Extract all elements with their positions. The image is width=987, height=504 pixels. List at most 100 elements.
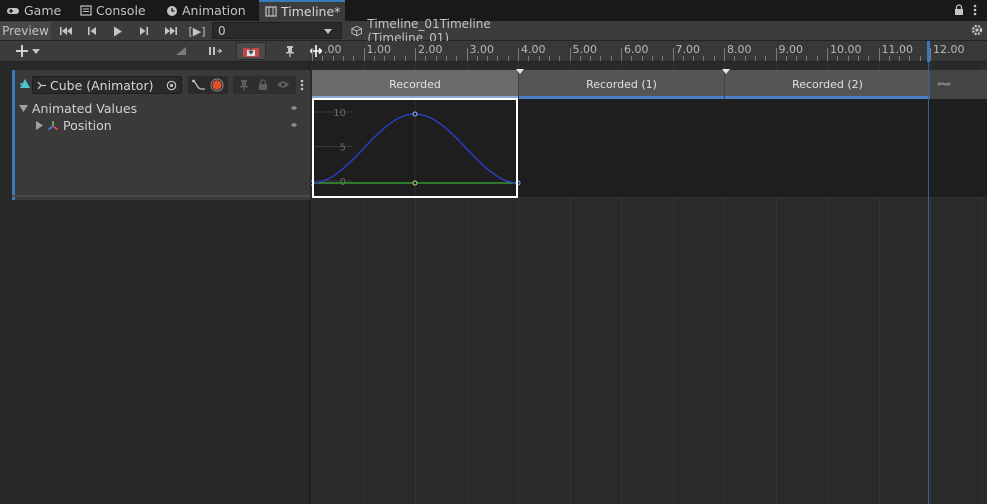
ruler-tick <box>682 56 684 61</box>
ruler-tick <box>713 56 715 61</box>
ruler-tick <box>878 48 880 61</box>
kebab-menu-icon[interactable] <box>972 3 978 17</box>
skip-to-end-icon <box>164 27 177 35</box>
add-track-button[interactable] <box>10 42 46 60</box>
ruler-label: 7.00 <box>675 43 701 56</box>
track-menu-icon[interactable] <box>300 78 304 92</box>
tab-console[interactable]: Console <box>74 0 150 21</box>
go-to-start-button[interactable] <box>55 22 77 40</box>
previous-frame-button[interactable] <box>81 22 103 40</box>
ruler-label: 9.00 <box>778 43 804 56</box>
lock-icon[interactable] <box>954 4 964 19</box>
next-frame-button[interactable] <box>133 22 155 40</box>
ruler-tick <box>930 48 931 61</box>
expand-right-icon[interactable] <box>36 121 43 130</box>
ruler-tick <box>796 56 798 61</box>
pin-icon[interactable] <box>280 42 300 60</box>
ruler-tick <box>775 48 777 61</box>
animation-track-icon <box>20 79 30 88</box>
ruler-label: 2.00 <box>418 43 443 56</box>
tab-timeline-label: Timeline* <box>281 4 341 19</box>
playhead-follow-button[interactable] <box>236 42 266 60</box>
ruler-tick <box>765 56 767 61</box>
ruler-tick <box>456 56 458 61</box>
ruler-tick <box>476 56 478 61</box>
lock-icon[interactable] <box>258 79 268 91</box>
ruler-tick <box>363 48 365 61</box>
ruler-tick <box>899 56 901 61</box>
ruler-tick <box>672 48 674 61</box>
timeline-track-area[interactable]: RecordedRecorded (1)Recorded (2) 1050 <box>311 62 987 504</box>
curve-editor[interactable]: 1050 <box>311 62 987 504</box>
settings-gear-icon[interactable] <box>971 24 983 39</box>
tab-animation[interactable]: Animation <box>160 0 252 21</box>
gamepad-icon <box>7 7 19 14</box>
ruler-label: 4.00 <box>521 43 546 56</box>
ripple-mode-icon[interactable] <box>170 42 192 60</box>
timeline-end-marker[interactable] <box>927 41 930 62</box>
ruler-tick <box>404 56 406 61</box>
ruler-label: 5.00 <box>572 43 598 56</box>
animated-values-row[interactable]: Animated Values <box>17 100 307 117</box>
ruler-tick <box>724 48 725 61</box>
ruler-label: 10.00 <box>830 43 862 56</box>
ruler-tick <box>785 56 787 61</box>
ruler-tick <box>559 56 561 61</box>
play-button[interactable] <box>107 22 129 40</box>
frame-field-value: 0 <box>218 24 226 38</box>
curve-visibility-icon[interactable] <box>291 122 297 128</box>
curve-visibility-icon[interactable] <box>291 105 297 111</box>
step-forward-icon <box>140 27 148 35</box>
film-icon <box>265 6 277 17</box>
time-ruler[interactable]: .00 1.00 2.00 3.00 4.00 5.00 6.00 7.00 8.00 9.00… <box>310 41 987 62</box>
eye-icon[interactable] <box>276 80 290 89</box>
ruler-tick <box>909 56 911 61</box>
position-row[interactable]: Position <box>17 117 307 134</box>
ruler-tick <box>693 56 695 61</box>
pin-icon[interactable] <box>239 79 249 91</box>
skip-to-start-icon <box>59 27 72 35</box>
ruler-tick <box>518 48 519 61</box>
step-back-icon <box>88 27 96 35</box>
animated-values-label: Animated Values <box>32 101 138 116</box>
frame-field[interactable]: 0 <box>212 22 342 39</box>
tab-timeline[interactable]: Timeline* <box>259 0 345 21</box>
ruler-tick <box>754 56 756 61</box>
animator-icon <box>37 81 46 90</box>
ruler-tick <box>528 56 530 61</box>
track-resize-handle[interactable] <box>12 195 310 197</box>
curve-y-label: 10 <box>333 108 346 119</box>
transform-position-icon <box>48 121 58 131</box>
clock-icon <box>167 5 177 16</box>
play-range-button[interactable]: [▶] <box>185 22 209 40</box>
ruler-label: 11.00 <box>881 43 914 56</box>
ruler-tick <box>816 56 818 61</box>
ruler-tick <box>373 56 375 61</box>
playhead-follow-icon <box>243 45 259 57</box>
ruler-tick <box>868 56 870 61</box>
curves-toggle-icon[interactable] <box>192 79 206 91</box>
preview-button[interactable]: Preview <box>0 22 51 40</box>
position-label: Position <box>63 118 112 133</box>
snap-to-frame-icon[interactable] <box>204 42 228 60</box>
track-binding-field[interactable]: Cube (Animator) <box>32 76 182 94</box>
tab-game[interactable]: Game <box>0 0 64 21</box>
ruler-tick <box>703 56 705 61</box>
go-to-end-button[interactable] <box>159 22 181 40</box>
ruler-tick <box>312 48 313 61</box>
record-button-icon[interactable] <box>210 78 224 92</box>
ruler-tick <box>507 56 509 61</box>
expand-down-icon[interactable] <box>19 105 28 112</box>
animation-track-header[interactable]: Cube (Animator) Animated Values Position <box>12 70 310 200</box>
ruler-tick <box>342 56 344 61</box>
curve-y-label: 5 <box>340 143 346 154</box>
object-picker-icon[interactable] <box>166 80 177 91</box>
track-list-panel: Cube (Animator) Animated Values Position <box>0 62 310 504</box>
tab-animation-label: Animation <box>182 3 246 18</box>
ruler-tick <box>744 56 746 61</box>
ruler-tick <box>590 56 592 61</box>
ruler-label: 1.00 <box>366 43 392 56</box>
track-binding-label: Cube (Animator) <box>50 78 154 93</box>
ruler-label: 6.00 <box>624 43 649 56</box>
timeline-asset-breadcrumb[interactable]: Timeline_01Timeline (Timeline_01) <box>346 17 566 45</box>
